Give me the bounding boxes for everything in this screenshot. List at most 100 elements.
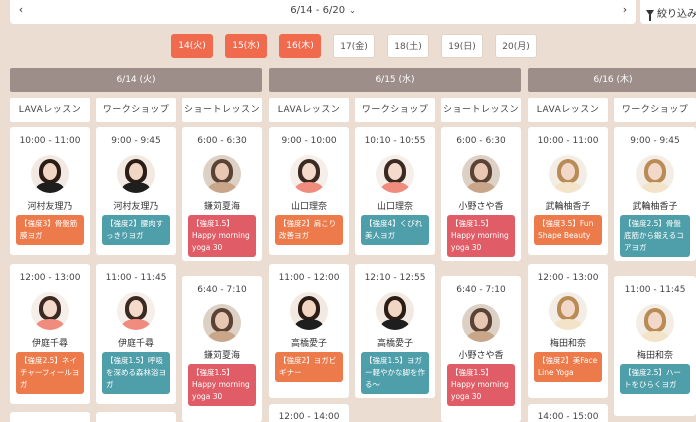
avatar-body: [467, 182, 495, 193]
day-tab[interactable]: 14(火): [171, 34, 213, 58]
lesson-type-header: LAVAレッスン: [269, 98, 349, 122]
day-tab[interactable]: 15(水): [225, 34, 267, 58]
avatar-face: [474, 312, 488, 329]
avatar-body: [295, 319, 323, 330]
lesson-card[interactable]: 11:00 - 11:45 梅田和奈 【強度2.5】ハートをひらくヨガ: [614, 276, 696, 416]
filter-button[interactable]: 絞り込み: [640, 0, 696, 24]
avatar-face: [43, 300, 57, 317]
lesson-type-header: LAVAレッスン: [10, 98, 90, 122]
instructor-avatar: [290, 155, 328, 193]
avatar-face: [215, 163, 229, 180]
lesson-type-header: ワークショップ: [355, 98, 435, 122]
lesson-card[interactable]: 6:00 - 6:30 鎌苅夏海 【強度1.5】Happy morning yoga…: [182, 127, 262, 261]
date-range-label: 6/14 - 6/20: [290, 5, 346, 16]
avatar-face: [561, 300, 575, 317]
instructor-name: 梅田和奈: [636, 351, 673, 361]
instructor-avatar: [462, 304, 500, 342]
lesson-title-tag: 【強度2.5】ネイチャーフィールヨガ: [16, 352, 84, 394]
lesson-title-tag: 【強度1.5】Happy morning yoga 30: [188, 364, 256, 406]
lesson-time: 11:00 - 12:00: [278, 273, 340, 283]
day-tabs: 14(火) 15(水) 16(木) 17(金) 18(土) 19(日) 20(月…: [0, 34, 696, 58]
lesson-time: 14:00 - 15:00: [537, 412, 599, 422]
instructor-avatar: [636, 155, 674, 193]
lesson-title-tag: 【強度4】くびれ美人ヨガ: [361, 215, 429, 245]
lesson-card[interactable]: 6:40 - 7:10 鎌苅夏海 【強度1.5】Happy morning yoga…: [182, 276, 262, 422]
lesson-card[interactable]: 12:00 - 13:00 伊庭千尋【強度2.5】ネイチャーフィールヨガ: [10, 264, 90, 404]
instructor-name: 伊庭千尋: [31, 339, 68, 349]
lesson-time: 11:00 - 11:45: [624, 285, 686, 295]
avatar-body: [122, 319, 150, 330]
lesson-card[interactable]: 10:10 - 10:55 山口理奈 【強度4】くびれ美人ヨガ: [355, 127, 435, 255]
lesson-time: 9:00 - 10:00: [281, 136, 337, 146]
lesson-type-header: ショートレッスン: [441, 98, 521, 122]
day-column-header: 6/14 (火): [10, 68, 262, 92]
lesson-title-tag: 【強度1.5】Happy morning yoga 30: [447, 364, 515, 406]
lesson-title-tag: 【強度1.5】Happy morning yoga 30: [447, 215, 515, 257]
avatar-body: [381, 319, 409, 330]
lesson-time: 6:40 - 7:10: [456, 285, 506, 295]
instructor-avatar: [376, 292, 414, 330]
avatar-face: [561, 163, 575, 180]
chevron-down-icon: ⌄: [349, 6, 356, 15]
lesson-card[interactable]: 12:00 - 13:00 梅田和奈 【強度2】美Face Line Yoga: [528, 264, 608, 398]
lesson-type-header: ワークショップ: [96, 98, 176, 122]
lesson-card[interactable]: 12:10 - 12:55 高橋愛子 【強度1.5】ヨガー軽やかな脚を作る〜: [355, 264, 435, 398]
day-tab[interactable]: 17(金): [333, 34, 375, 58]
lesson-card[interactable]: 10:00 - 11:00 武輪柚香子 【強度3.5】Fun Shape Beaut…: [528, 127, 608, 255]
avatar-face: [388, 163, 402, 180]
lesson-time: 9:00 - 9:45: [111, 136, 161, 146]
lesson-card-partial[interactable]: 14:00 - 15:00: [528, 404, 608, 422]
avatar-body: [295, 182, 323, 193]
instructor-name: 武輪柚香子: [632, 202, 678, 212]
avatar-face: [129, 163, 143, 180]
lesson-card[interactable]: 9:00 - 9:45 河村友理乃 【強度2】腰肉すっきりヨガ: [96, 127, 176, 255]
avatar-body: [36, 319, 64, 330]
lesson-card-partial[interactable]: 12:00 - 14:00: [269, 404, 349, 422]
day-tab[interactable]: 20(月): [495, 34, 537, 58]
lesson-card[interactable]: 9:00 - 10:00 山口理奈 【強度2】肩こり改善ヨガ: [269, 127, 349, 255]
instructor-name: 梅田和奈: [549, 339, 586, 349]
avatar-body: [122, 182, 150, 193]
lesson-type-header: ショートレッスン: [182, 98, 262, 122]
date-range-selector[interactable]: 6/14 - 6/20 ⌄: [10, 5, 636, 16]
lesson-time: 11:00 - 11:45: [105, 273, 167, 283]
filter-icon: [646, 10, 654, 21]
day-column-header: 6/15 (水): [269, 68, 521, 92]
lesson-type-header: LAVAレッスン: [528, 98, 608, 122]
instructor-avatar: [117, 292, 155, 330]
lesson-card-partial[interactable]: [96, 412, 176, 422]
instructor-name: 山口理奈: [376, 202, 413, 212]
lesson-time: 12:00 - 13:00: [19, 273, 81, 283]
lesson-card[interactable]: 11:00 - 12:00 高橋愛子 【強度2】ヨガビギナー: [269, 264, 349, 398]
instructor-avatar: [636, 304, 674, 342]
avatar-body: [641, 182, 669, 193]
instructor-avatar: [31, 155, 69, 193]
instructor-name: 小野さや香: [458, 202, 504, 212]
lesson-time: 12:10 - 12:55: [364, 273, 426, 283]
lesson-title-tag: 【強度1.5】Happy morning yoga 30: [188, 215, 256, 257]
day-tab[interactable]: 16(木): [279, 34, 321, 58]
lesson-card[interactable]: 6:40 - 7:10 小野さや香 【強度1.5】Happy morning yog…: [441, 276, 521, 422]
instructor-name: 山口理奈: [290, 202, 327, 212]
lesson-card[interactable]: 10:00 - 11:00 河村友理乃 【強度3】骨盤筋膜ヨガ: [10, 127, 90, 255]
lesson-time: 6:00 - 6:30: [456, 136, 506, 146]
instructor-avatar: [376, 155, 414, 193]
avatar-face: [129, 300, 143, 317]
day-tab[interactable]: 19(日): [441, 34, 483, 58]
day-tab[interactable]: 18(土): [387, 34, 429, 58]
lesson-card[interactable]: 11:00 - 11:45 伊庭千尋 【強度1.5】呼吸を深める森林浴ヨガ: [96, 264, 176, 404]
instructor-name: 武輪柚香子: [545, 202, 591, 212]
instructor-avatar: [31, 292, 69, 330]
avatar-body: [554, 319, 582, 330]
avatar-face: [302, 163, 316, 180]
lesson-card[interactable]: 9:00 - 9:45 武輪柚香子 【強度2.5】骨盤底筋から鍛えるコアヨガ: [614, 127, 696, 261]
instructor-name: 伊庭千尋: [117, 339, 154, 349]
lesson-card[interactable]: 6:00 - 6:30 小野さや香【強度1.5】Happy morning yog…: [441, 127, 521, 261]
lesson-time: 10:00 - 11:00: [537, 136, 599, 146]
week-navigator: ‹ 6/14 - 6/20 ⌄ ›: [10, 0, 636, 24]
lesson-title-tag: 【強度2】ヨガビギナー: [275, 352, 343, 382]
lesson-time: 9:00 - 9:45: [630, 136, 680, 146]
next-week-chevron-icon[interactable]: ›: [618, 3, 632, 19]
lesson-card-partial[interactable]: [10, 412, 90, 422]
avatar-body: [36, 182, 64, 193]
